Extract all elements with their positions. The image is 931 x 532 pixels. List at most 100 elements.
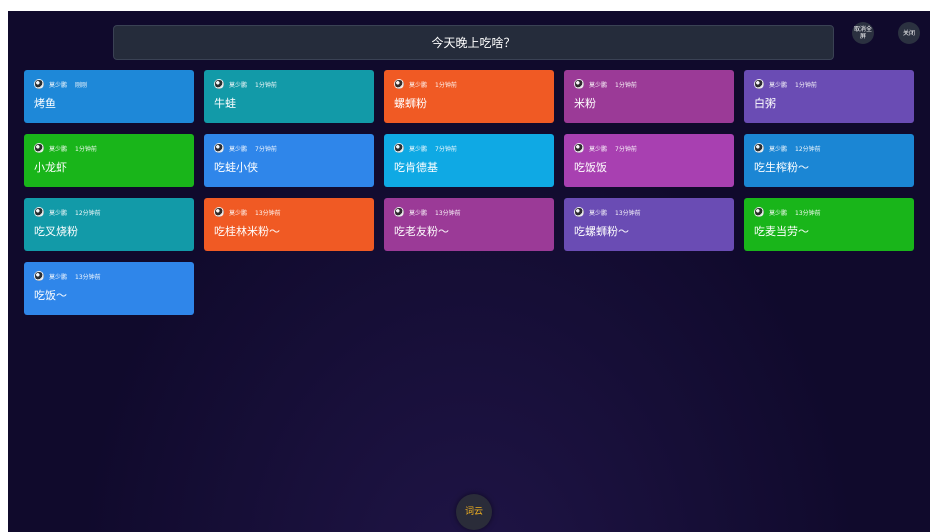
avatar-icon [34,79,44,89]
post-time: 7分钟前 [435,145,457,153]
author-name: 莫少鹏 [409,145,428,153]
message-card[interactable]: 莫少鹏 7分钟前 吃蛙小侠 [204,134,374,187]
card-meta: 莫少鹏 1分钟前 [214,78,364,90]
card-meta: 莫少鹏 7分钟前 [214,142,364,154]
post-time: 13分钟前 [615,209,641,217]
post-time: 13分钟前 [435,209,461,217]
avatar-icon [214,79,224,89]
author-name: 莫少鹏 [409,81,428,89]
avatar-icon [574,207,584,217]
wordcloud-button[interactable]: 词云 [456,494,492,530]
card-meta: 莫少鹏 1分钟前 [394,78,544,90]
message-card[interactable]: 莫少鹏 1分钟前 米粉 [564,70,734,123]
card-meta: 莫少鹏 13分钟前 [574,206,724,218]
card-meta: 莫少鹏 1分钟前 [574,78,724,90]
message-text: 小龙虾 [34,161,67,174]
message-text: 烤鱼 [34,97,56,110]
message-text: 吃老友粉～ [394,225,449,238]
post-time: 1分钟前 [795,81,817,89]
message-text: 吃肯德基 [394,161,438,174]
card-meta: 莫少鹏 12分钟前 [34,206,184,218]
post-time: 1分钟前 [75,145,97,153]
message-card[interactable]: 莫少鹏 13分钟前吃麦当劳～ [744,198,914,251]
post-time: 13分钟前 [795,209,821,217]
post-time: 1分钟前 [255,81,277,89]
message-text: 吃螺蛳粉～ [574,225,629,238]
avatar-icon [394,79,404,89]
avatar-icon [34,207,44,217]
message-card[interactable]: 莫少鹏 刚刚烤鱼 [24,70,194,123]
avatar-icon [574,79,584,89]
message-text: 吃蛙小侠 [214,161,258,174]
post-time: 12分钟前 [795,145,821,153]
avatar-icon [754,143,764,153]
post-time: 13分钟前 [75,273,101,281]
card-meta: 莫少鹏 7分钟前 [394,142,544,154]
screen-stage: 今天晚上吃啥？ 取消全屏 关闭 莫少鹏 刚刚 烤鱼 莫少鹏 1分钟前 牛蛙 莫少鹏 1分钟前螺… [8,11,930,532]
card-meta: 莫少鹏 13分钟前 [754,206,904,218]
post-time: 7分钟前 [255,145,277,153]
message-text: 吃饭～ [34,289,67,302]
topic-title: 今天晚上吃啥？ [113,25,834,60]
message-card[interactable]: 莫少鹏 1分钟前牛蛙 [204,70,374,123]
card-meta: 莫少鹏 1分钟前 [34,142,184,154]
post-time: 13分钟前 [255,209,281,217]
avatar-icon [754,207,764,217]
message-text: 吃麦当劳～ [754,225,809,238]
message-text: 螺蛳粉 [394,97,427,110]
card-meta: 莫少鹏 1分钟前 [754,78,904,90]
message-card[interactable]: 莫少鹏 7分钟前吃肯德基 [384,134,554,187]
author-name: 莫少鹏 [49,209,68,217]
post-time: 1分钟前 [615,81,637,89]
exit-fullscreen-button[interactable]: 取消全屏 [852,22,874,44]
message-text: 牛蛙 [214,97,236,110]
avatar-icon [394,143,404,153]
author-name: 莫少鹏 [409,209,428,217]
author-name: 莫少鹏 [769,81,788,89]
avatar-icon [574,143,584,153]
author-name: 莫少鹏 [589,209,608,217]
post-time: 1分钟前 [435,81,457,89]
message-card[interactable]: 莫少鹏 13分钟前吃螺蛳粉～ [564,198,734,251]
author-name: 莫少鹏 [49,81,68,89]
message-text: 吃饭饭 [574,161,607,174]
post-time: 7分钟前 [615,145,637,153]
card-meta: 莫少鹏 7分钟前 [574,142,724,154]
author-name: 莫少鹏 [229,81,248,89]
author-name: 莫少鹏 [589,145,608,153]
author-name: 莫少鹏 [49,145,68,153]
card-meta: 莫少鹏 13分钟前 [394,206,544,218]
author-name: 莫少鹏 [49,273,68,281]
message-card[interactable]: 莫少鹏 12分钟前吃叉烧粉 [24,198,194,251]
avatar-icon [34,271,44,281]
message-card[interactable]: 莫少鹏 13分钟前吃老友粉～ [384,198,554,251]
avatar-icon [214,143,224,153]
message-card[interactable]: 莫少鹏 13分钟前 吃饭～ [24,262,194,315]
message-text: 吃生榨粉～ [754,161,809,174]
message-text: 吃叉烧粉 [34,225,78,238]
author-name: 莫少鹏 [229,209,248,217]
message-text: 白粥 [754,97,776,110]
card-meta: 莫少鹏 刚刚 [34,78,184,90]
card-meta: 莫少鹏 13分钟前 [34,270,184,282]
message-card[interactable]: 莫少鹏 12分钟前吃生榨粉～ [744,134,914,187]
message-text: 吃桂林米粉～ [214,225,280,238]
message-card[interactable]: 莫少鹏 1分钟前 螺蛳粉 [384,70,554,123]
message-card[interactable]: 莫少鹏 1分钟前 小龙虾 [24,134,194,187]
message-card[interactable]: 莫少鹏 1分钟前白粥 [744,70,914,123]
avatar-icon [754,79,764,89]
close-button[interactable]: 关闭 [898,22,920,44]
post-time: 12分钟前 [75,209,101,217]
message-card[interactable]: 莫少鹏 13分钟前吃桂林米粉～ [204,198,374,251]
author-name: 莫少鹏 [769,209,788,217]
avatar-icon [394,207,404,217]
message-grid: 莫少鹏 刚刚 烤鱼 莫少鹏 1分钟前 牛蛙 莫少鹏 1分钟前 螺蛳粉 莫少鹏 1分钟前 米粉 莫少鹏 1分… [24,70,914,315]
author-name: 莫少鹏 [589,81,608,89]
avatar-icon [34,143,44,153]
avatar-icon [214,207,224,217]
author-name: 莫少鹏 [769,145,788,153]
card-meta: 莫少鹏 12分钟前 [754,142,904,154]
card-meta: 莫少鹏 13分钟前 [214,206,364,218]
post-time: 刚刚 [75,81,88,89]
message-card[interactable]: 莫少鹏 7分钟前 吃饭饭 [564,134,734,187]
